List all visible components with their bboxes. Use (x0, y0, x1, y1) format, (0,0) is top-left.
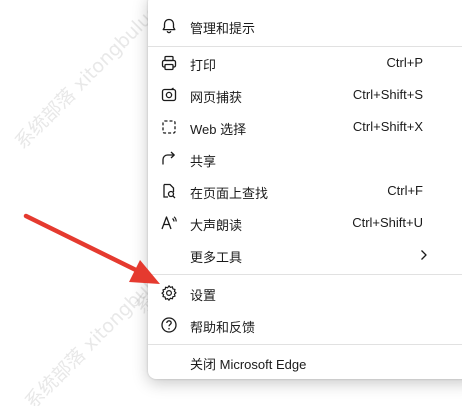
menu-item-help-feedback[interactable]: 帮助和反馈 (148, 309, 438, 341)
menu-item-label: 管理和提示 (190, 21, 256, 36)
menu-item-label: 在页面上查找 (190, 186, 269, 201)
more-tools-icon (160, 246, 178, 264)
menu-item-shortcut: Ctrl+P (386, 55, 423, 70)
menu-item-more-tools[interactable]: 更多工具 (148, 239, 438, 271)
menu-item-label: 打印 (190, 58, 217, 73)
gear-icon (160, 284, 178, 302)
menu-item-web-capture[interactable]: 网页捕获 Ctrl+Shift+S (148, 79, 438, 111)
menu-item-label: Web 选择 (190, 122, 247, 137)
menu-item-label: 更多工具 (190, 250, 243, 265)
read-aloud-icon (160, 214, 178, 232)
menu-item-find-on-page[interactable]: 在页面上查找 Ctrl+F (148, 175, 438, 207)
menu-item-print[interactable]: 打印 Ctrl+P (148, 47, 438, 79)
menu-item-share[interactable]: 共享 (148, 143, 438, 175)
printer-icon (160, 54, 178, 72)
menu-item-web-select[interactable]: Web 选择 Ctrl+Shift+X (148, 111, 438, 143)
menu-item-label: 设置 (190, 288, 217, 303)
menu-item-alerts[interactable]: 管理和提示 (148, 10, 438, 42)
share-icon (160, 150, 178, 168)
find-on-page-icon (160, 182, 178, 200)
menu-item-settings[interactable]: 设置 (148, 277, 438, 309)
bell-icon (160, 17, 178, 35)
menu-item-shortcut: Ctrl+F (387, 183, 423, 198)
menu-item-shortcut: Ctrl+Shift+X (352, 119, 423, 134)
menu-item-shortcut: Ctrl+Shift+S (352, 87, 423, 102)
menu-item-close-edge[interactable]: 关闭 Microsoft Edge (148, 346, 438, 378)
arrow-shaft (23, 213, 145, 276)
menu-item-label: 网页捕获 (190, 90, 243, 105)
menu-separator (148, 344, 462, 345)
menu-item-label: 关闭 Microsoft Edge (190, 357, 307, 372)
menu-separator (148, 274, 462, 275)
menu-item-read-aloud[interactable]: 大声朗读 Ctrl+Shift+U (148, 207, 438, 239)
edge-settings-menu: 管理和提示 打印 Ctrl+P 网页捕获 Ctrl+Shift+S Web 选择 (148, 0, 462, 379)
chevron-right-icon (418, 248, 430, 262)
menu-item-shortcut: Ctrl+Shift+U (352, 215, 423, 230)
screenshot-stage: 系统部落 xitongbuluo.com 系统部落 xitongbuluo.co… (0, 0, 462, 406)
menu-item-label: 帮助和反馈 (190, 320, 256, 335)
web-capture-icon (160, 86, 178, 104)
menu-item-label: 共享 (190, 154, 217, 169)
web-select-icon (160, 118, 178, 136)
help-icon (160, 316, 178, 334)
menu-item-label: 大声朗读 (190, 218, 243, 233)
